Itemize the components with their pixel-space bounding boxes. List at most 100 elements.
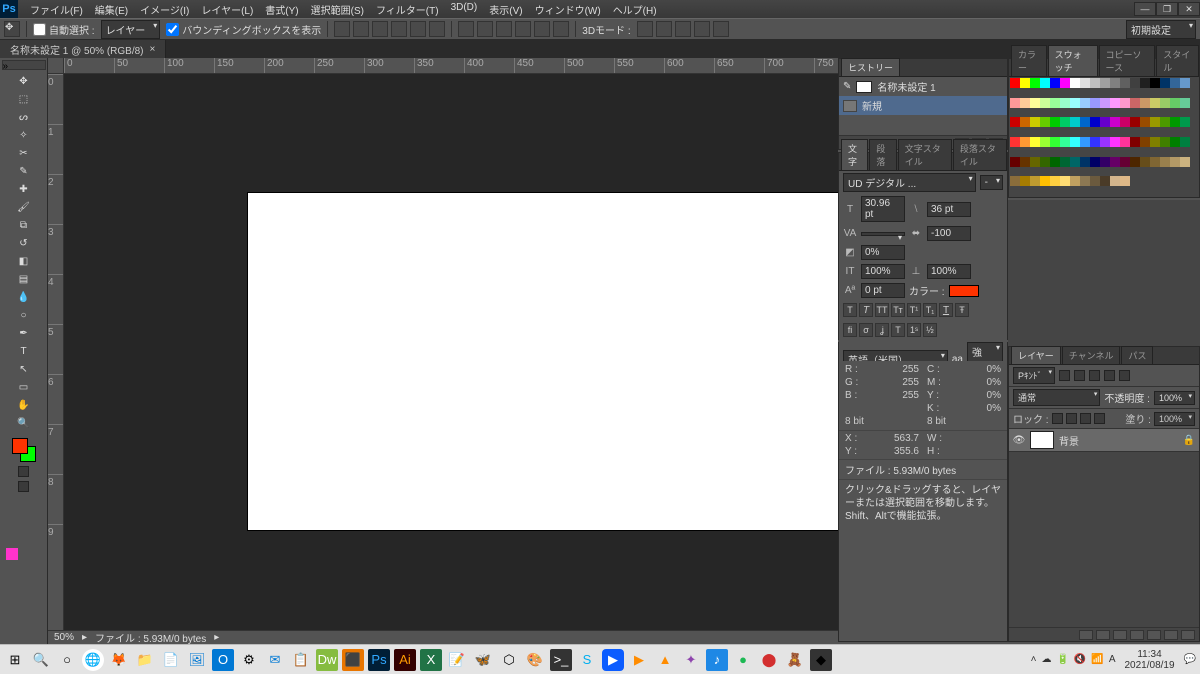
swatch[interactable] xyxy=(1100,78,1110,88)
swatch[interactable] xyxy=(1040,176,1050,186)
swatch[interactable] xyxy=(1030,137,1040,147)
music-icon[interactable]: ♪ xyxy=(706,649,728,671)
dist-left-icon[interactable] xyxy=(515,21,531,37)
swatch[interactable] xyxy=(1010,78,1020,88)
swatch[interactable] xyxy=(1180,117,1190,127)
swatch[interactable] xyxy=(1030,78,1040,88)
brush-tool-icon[interactable]: 🖌 xyxy=(13,198,35,216)
align-right-icon[interactable] xyxy=(429,21,445,37)
subscript-button[interactable]: T₁ xyxy=(923,303,937,317)
swatch[interactable] xyxy=(1020,98,1030,108)
swatch[interactable] xyxy=(1010,137,1020,147)
butterfly-icon[interactable]: 🦋 xyxy=(472,649,494,671)
close-tab-icon[interactable]: × xyxy=(150,44,156,55)
swatch[interactable] xyxy=(1090,117,1100,127)
swatch[interactable] xyxy=(1050,176,1060,186)
swatch[interactable] xyxy=(1020,176,1030,186)
layer-row[interactable]: 👁 背景 🔒 xyxy=(1009,429,1199,452)
sublime-icon[interactable]: ⬛ xyxy=(342,649,364,671)
swatch[interactable] xyxy=(1120,157,1130,167)
lasso-tool-icon[interactable]: ᔕ xyxy=(13,108,35,126)
swatch[interactable] xyxy=(1050,78,1060,88)
notepad-icon[interactable]: 📄 xyxy=(160,649,182,671)
explorer-icon[interactable]: 📁 xyxy=(134,649,156,671)
filter-type-icon[interactable] xyxy=(1089,370,1100,381)
menu-view[interactable]: 表示(V) xyxy=(483,0,528,19)
swatch[interactable] xyxy=(1020,157,1030,167)
pen-tool-icon[interactable]: ✒ xyxy=(13,324,35,342)
dodge-tool-icon[interactable]: ○ xyxy=(13,306,35,324)
menu-edit[interactable]: 編集(E) xyxy=(89,0,134,19)
menu-help[interactable]: ヘルプ(H) xyxy=(607,0,663,19)
swatch[interactable] xyxy=(1130,137,1140,147)
swatch[interactable] xyxy=(1070,176,1080,186)
fg-color-swatch[interactable] xyxy=(12,438,28,454)
document-tab[interactable]: 名称未設定 1 @ 50% (RGB/8) × xyxy=(0,40,166,58)
document-canvas[interactable] xyxy=(248,193,838,530)
swatch[interactable] xyxy=(1080,78,1090,88)
new-layer-icon[interactable] xyxy=(1164,630,1178,640)
filter-adjust-icon[interactable] xyxy=(1074,370,1085,381)
system-tray[interactable]: ˄ ☁ 🔋 🔇 📶 A 11:34 2021/08/19 💬 xyxy=(1031,649,1196,671)
lock-position-icon[interactable] xyxy=(1080,413,1091,424)
history-snapshot[interactable]: ✎ 名称未設定 1 xyxy=(839,77,1007,96)
layer-mask-icon[interactable] xyxy=(1113,630,1127,640)
sticky-notes-icon[interactable]: 📋 xyxy=(290,649,312,671)
swatch[interactable] xyxy=(1060,157,1070,167)
align-hcenter-icon[interactable] xyxy=(410,21,426,37)
swatch[interactable] xyxy=(1100,176,1110,186)
media-player-icon[interactable]: ▶ xyxy=(628,649,650,671)
auto-select-checkbox[interactable]: 自動選択 : xyxy=(33,22,95,37)
swatch[interactable] xyxy=(1080,157,1090,167)
taskbar-clock[interactable]: 11:34 2021/08/19 xyxy=(1120,649,1178,671)
swatch[interactable] xyxy=(1130,157,1140,167)
swatch[interactable] xyxy=(1090,157,1100,167)
swatch[interactable] xyxy=(1070,98,1080,108)
swatch[interactable] xyxy=(1070,137,1080,147)
swatch[interactable] xyxy=(1080,176,1090,186)
layer-name[interactable]: 背景 xyxy=(1059,433,1079,448)
swatch[interactable] xyxy=(1060,137,1070,147)
tab-paths[interactable]: パス xyxy=(1121,346,1153,364)
swatch[interactable] xyxy=(1030,98,1040,108)
swatch[interactable] xyxy=(1090,176,1100,186)
dist-hcenter-icon[interactable] xyxy=(534,21,550,37)
mode3d-pan-icon[interactable] xyxy=(675,21,691,37)
tab-swatches[interactable]: スウォッチ xyxy=(1048,45,1098,76)
mail-icon[interactable]: ✉ xyxy=(264,649,286,671)
swatch[interactable] xyxy=(1090,98,1100,108)
lock-all-icon[interactable] xyxy=(1094,413,1105,424)
lock-transparency-icon[interactable] xyxy=(1052,413,1063,424)
filter-pixel-icon[interactable] xyxy=(1059,370,1070,381)
scale-input[interactable]: 0% xyxy=(861,245,905,260)
lock-pixels-icon[interactable] xyxy=(1066,413,1077,424)
photoshop-icon[interactable]: Ps xyxy=(368,649,390,671)
bold-button[interactable]: T xyxy=(843,303,857,317)
blend-mode-dropdown[interactable]: 通常 xyxy=(1013,389,1100,406)
app-icon[interactable]: ⬡ xyxy=(498,649,520,671)
swatch[interactable] xyxy=(1070,157,1080,167)
mode3d-roll-icon[interactable] xyxy=(656,21,672,37)
tray-cloud-icon[interactable]: ☁ xyxy=(1041,654,1051,665)
mode3d-zoom-icon[interactable] xyxy=(713,21,729,37)
mode3d-slide-icon[interactable] xyxy=(694,21,710,37)
swatch[interactable] xyxy=(1090,78,1100,88)
swatch[interactable] xyxy=(1120,78,1130,88)
swatch[interactable] xyxy=(1110,157,1120,167)
layer-group-icon[interactable] xyxy=(1147,630,1161,640)
layer-kind-dropdown[interactable]: Pｷﾝﾄﾞ xyxy=(1013,367,1055,384)
search-icon[interactable]: 🔍 xyxy=(30,649,52,671)
eyedropper-tool-icon[interactable]: ✎ xyxy=(13,162,35,180)
move-tool-icon[interactable]: ✥ xyxy=(4,21,20,37)
dist-bottom-icon[interactable] xyxy=(496,21,512,37)
align-left-icon[interactable] xyxy=(391,21,407,37)
swatch[interactable] xyxy=(1070,117,1080,127)
swatch[interactable] xyxy=(1050,117,1060,127)
visibility-icon[interactable]: 👁 xyxy=(1013,434,1025,446)
swatch[interactable] xyxy=(1160,98,1170,108)
leading-input[interactable]: 36 pt xyxy=(927,202,971,217)
swatch[interactable] xyxy=(1150,137,1160,147)
swatch[interactable] xyxy=(1130,98,1140,108)
start-button[interactable]: ⊞ xyxy=(4,649,26,671)
workspace-dropdown[interactable]: 初期設定 xyxy=(1126,20,1196,39)
